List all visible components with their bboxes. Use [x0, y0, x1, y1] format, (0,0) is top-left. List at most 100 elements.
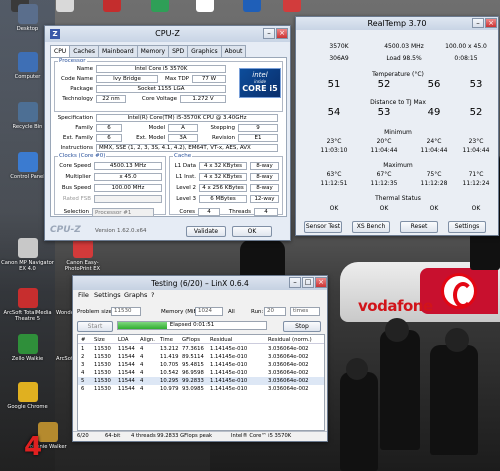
desktop-icon-image	[17, 102, 38, 122]
selection-dropdown[interactable]: Processor #1	[92, 208, 154, 217]
close-button[interactable]: ×	[276, 28, 288, 39]
desktop-top-icon-image	[151, 0, 169, 12]
results-column-header[interactable]: #	[81, 336, 85, 344]
linx-window[interactable]: Testing (6/20) – LinX 0.6.4 – □ × File S…	[72, 275, 328, 442]
revision-value: E1	[238, 134, 278, 142]
thermal-status-heading: Thermal Status	[375, 195, 421, 202]
stop-button[interactable]: Stop	[283, 321, 321, 332]
desktop-top-icon-image	[103, 0, 121, 12]
desktop-icon[interactable]: Zello Walkie	[0, 332, 55, 378]
menu-file[interactable]: File	[78, 291, 89, 299]
realtemp-window[interactable]: RealTemp 3.70 – × 3570K 4500.03 MHz 100.…	[295, 16, 499, 236]
family-label: Family	[75, 125, 93, 131]
tab-graphics[interactable]: Graphics	[187, 45, 222, 57]
corevoltage-value: 1.272 V	[180, 95, 226, 103]
table-row[interactable]: 6 11530 11544 4 10.979 93.0985 1.14145e-010 3.0…	[78, 385, 324, 393]
tab-memory[interactable]: Memory	[136, 45, 170, 57]
tab-about[interactable]: About	[220, 45, 247, 57]
desktop-icon-label: Zello Walkie	[11, 356, 44, 362]
table-cell: 10.979	[160, 386, 179, 392]
cpuz-tabs: CPU Caches Mainboard Memory SPD Graphics…	[50, 45, 247, 58]
tab-mainboard[interactable]: Mainboard	[98, 45, 138, 57]
realtemp-title: RealTemp 3.70	[367, 19, 427, 28]
cpuz-window[interactable]: Z CPU-Z – × CPU Caches Mainboard Memory …	[44, 25, 291, 241]
table-cell: 93.0985	[182, 386, 204, 392]
core-temperature: 53	[469, 79, 483, 90]
table-cell: 1.14145e-010	[210, 362, 248, 368]
linx-titlebar[interactable]: Testing (6/20) – LinX 0.6.4 – □ ×	[73, 276, 327, 290]
reset-button[interactable]: Reset	[400, 221, 438, 233]
results-column-header[interactable]: Size	[94, 336, 105, 344]
cpu-load: Load 98.5%	[386, 55, 422, 62]
desktop-top-icon[interactable]	[232, 0, 272, 22]
table-cell: 6	[81, 386, 85, 392]
table-cell: 11544	[118, 354, 135, 360]
ok-button[interactable]: OK	[232, 226, 272, 237]
desktop-top-icon-image	[196, 0, 214, 12]
results-table[interactable]: # Size LDA Align. Time GFlops Residual Residual…	[77, 334, 325, 431]
core-min-time: 11:04:44	[420, 147, 448, 154]
validate-button[interactable]: Validate	[186, 226, 226, 237]
desktop-top-icon[interactable]	[185, 0, 225, 22]
results-column-header[interactable]: Align.	[140, 336, 155, 344]
desktop-top-icon[interactable]	[140, 0, 180, 22]
corespeed-value: 4500.13 MHz	[94, 162, 162, 170]
vodafone-logo	[441, 273, 477, 309]
realtemp-titlebar[interactable]: RealTemp 3.70 – ×	[296, 17, 498, 30]
model-label: Model	[148, 125, 165, 131]
table-cell: 3.036064e-002	[268, 378, 309, 384]
desktop-top-icon[interactable]	[92, 0, 132, 22]
threads-value: 4	[254, 208, 278, 216]
threads-label: Threads	[228, 209, 251, 215]
table-row[interactable]: 3 11530 11544 4 10.705 95.4815 1.14145e-010 3.0…	[78, 361, 324, 369]
desktop-icon-label: ArcSoft TotalMedia Theatre 5	[3, 310, 52, 322]
tab-caches[interactable]: Caches	[69, 45, 99, 57]
wallpaper-pit-crew-helmet	[385, 318, 409, 342]
table-cell: 11544	[118, 362, 135, 368]
sensor-test-button[interactable]: Sensor Test	[304, 221, 342, 233]
table-cell: 11530	[94, 378, 111, 384]
desktop-icon-image	[72, 238, 93, 258]
desktop-icon[interactable]: ArcSoft TotalMedia Theatre 5	[0, 286, 55, 332]
menu-settings[interactable]: Settings	[94, 291, 121, 299]
results-column-header[interactable]: GFlops	[182, 336, 200, 344]
run-unit-dropdown[interactable]: times	[290, 307, 320, 316]
close-button[interactable]: ×	[485, 18, 497, 28]
core-max-time: 11:12:35	[370, 180, 398, 187]
maximize-button[interactable]: □	[302, 277, 314, 288]
extmodel-label: Ext. Model	[136, 135, 165, 141]
desktop-icon-image	[17, 382, 38, 402]
minimize-button[interactable]: –	[472, 18, 484, 28]
core-max-temperature: 63°C	[326, 171, 342, 178]
problem-size-input[interactable]: 11530	[111, 307, 141, 316]
memory-input[interactable]: 1024	[195, 307, 223, 316]
minimize-button[interactable]: –	[263, 28, 275, 39]
menu-graphs[interactable]: Graphs	[124, 291, 147, 299]
core-tjmax-distance: 53	[377, 107, 391, 118]
table-cell: 11530	[94, 386, 111, 392]
table-cell: 3	[81, 362, 85, 368]
settings-button[interactable]: Settings	[448, 221, 486, 233]
xs-bench-button[interactable]: XS Bench	[352, 221, 390, 233]
minimize-button[interactable]: –	[289, 277, 301, 288]
intel-core-i5-logo: intel inside CORE i5	[239, 68, 281, 98]
cpuz-titlebar[interactable]: Z CPU-Z – ×	[45, 26, 290, 42]
table-row[interactable]: 1 11530 11544 4 13.212 77.3616 1.14145e-010 3.0…	[78, 345, 324, 353]
table-row[interactable]: 5 11530 11544 4 10.295 99.2833 1.14145e-010 3.0…	[78, 377, 324, 385]
results-column-header[interactable]: Residual (norm.)	[268, 336, 312, 344]
run-count-input[interactable]: 20	[264, 307, 286, 316]
problem-size-label: Problem size:	[77, 309, 114, 315]
start-button[interactable]: Start	[77, 321, 113, 332]
menu-help[interactable]: ?	[151, 291, 154, 299]
desktop-icon[interactable]: Canon MP Navigator EX 4.0	[0, 236, 55, 282]
table-row[interactable]: 2 11530 11544 4 11.419 89.5114 1.14145e-010 3.0…	[78, 353, 324, 361]
extmodel-value: 3A	[168, 134, 198, 142]
results-column-header[interactable]: Residual	[210, 336, 232, 344]
results-column-header[interactable]: Time	[160, 336, 173, 344]
results-column-header[interactable]: LDA	[118, 336, 129, 344]
cpuz-cpu-panel: Processor Name Intel Core i5 3570K Code …	[50, 57, 287, 217]
table-row[interactable]: 4 11530 11544 4 10.542 96.9598 1.14145e-010 3.0…	[78, 369, 324, 377]
tab-spd[interactable]: SPD	[168, 45, 189, 57]
close-button[interactable]: ×	[315, 277, 327, 288]
core-temperature: 56	[427, 79, 441, 90]
